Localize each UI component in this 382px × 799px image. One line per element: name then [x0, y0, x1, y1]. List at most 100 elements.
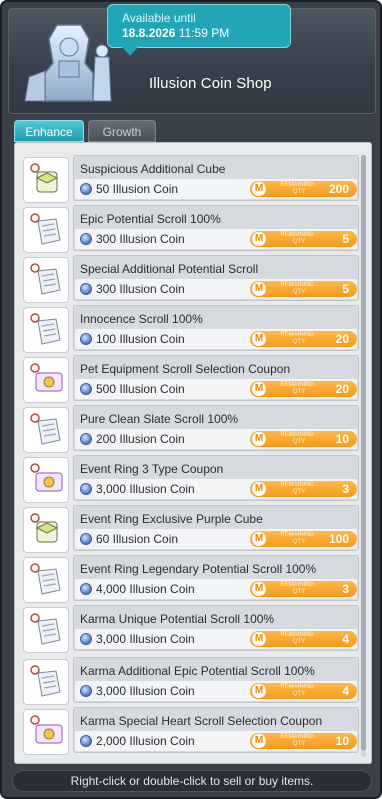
item-price-bar: 50 Illusion Coin M REMAINING : QTY 200	[75, 179, 357, 199]
item-card[interactable]: Pet Equipment Scroll Selection Coupon 500…	[73, 355, 359, 401]
scrollbar-thumb[interactable]	[361, 155, 366, 750]
remaining-quantity: 4	[342, 632, 349, 646]
remaining-quantity-badge: M REMAINING : QTY 20	[250, 331, 357, 347]
item-name: Event Ring Legendary Potential Scroll 10…	[80, 562, 317, 576]
item-icon-slot[interactable]	[23, 709, 69, 755]
item-price: 4,000 Illusion Coin	[96, 582, 195, 596]
item-card[interactable]: Event Ring Exclusive Purple Cube 60 Illus…	[73, 505, 359, 551]
item-price: 60 Illusion Coin	[96, 532, 179, 546]
item-icon-slot[interactable]	[23, 607, 69, 653]
item-card[interactable]: Karma Unique Potential Scroll 100% 3,000 …	[73, 605, 359, 651]
remaining-quantity-badge: M REMAINING : QTY 5	[250, 231, 357, 247]
maple-m-icon: M	[252, 684, 266, 698]
maple-m-icon: M	[252, 432, 266, 446]
scrollbar-track[interactable]	[361, 155, 366, 757]
scroll-icon	[30, 263, 61, 295]
item-price-bar: 3,000 Illusion Coin M REMAINING : QTY 4	[75, 681, 357, 701]
item-card[interactable]: Karma Special Heart Scroll Selection Cou…	[73, 707, 359, 753]
item-card[interactable]: Karma Additional Epic Potential Scroll 1…	[73, 657, 359, 703]
item-price-bar: 300 Illusion Coin M REMAINING : QTY 5	[75, 279, 357, 299]
tab-growth[interactable]: Growth	[88, 120, 156, 142]
maple-m-icon: M	[252, 734, 266, 748]
shop-item-row[interactable]: Event Ring Legendary Potential Scroll 10…	[23, 555, 359, 603]
item-icon-slot[interactable]	[23, 659, 69, 705]
scroll-icon	[30, 665, 61, 697]
remaining-label: REMAINING : QTY	[280, 684, 318, 697]
item-price: 200 Illusion Coin	[96, 432, 185, 446]
item-name: Karma Special Heart Scroll Selection Cou…	[80, 714, 323, 728]
maple-m-icon: M	[252, 532, 266, 546]
availability-label: Available until	[122, 11, 196, 25]
shop-item-row[interactable]: Pure Clean Slate Scroll 100% 200 Illusion…	[23, 405, 359, 453]
item-icon-slot[interactable]	[23, 257, 69, 303]
remaining-quantity-badge: M REMAINING : QTY 20	[250, 381, 357, 397]
item-price-bar: 3,000 Illusion Coin M REMAINING : QTY 4	[75, 629, 357, 649]
item-card[interactable]: Innocence Scroll 100% 100 Illusion Coin M R…	[73, 305, 359, 351]
scroll-icon	[30, 213, 61, 245]
illusion-coin-icon	[80, 233, 92, 245]
availability-date: 18.8.2026	[122, 26, 176, 40]
item-name: Karma Additional Epic Potential Scroll 1…	[80, 664, 315, 678]
remaining-quantity-badge: M REMAINING : QTY 3	[250, 481, 357, 497]
item-icon-slot[interactable]	[23, 207, 69, 253]
shop-item-row[interactable]: Karma Special Heart Scroll Selection Cou…	[23, 707, 359, 755]
illusion-coin-icon	[80, 383, 92, 395]
shop-item-row[interactable]: Pet Equipment Scroll Selection Coupon 500…	[23, 355, 359, 403]
item-price-bar: 500 Illusion Coin M REMAINING : QTY 20	[75, 379, 357, 399]
scroll-icon	[30, 563, 61, 595]
shop-item-row[interactable]: Karma Additional Epic Potential Scroll 1…	[23, 657, 359, 705]
remaining-label: REMAINING : QTY	[280, 282, 318, 295]
item-icon-slot[interactable]	[23, 457, 69, 503]
shop-item-row[interactable]: Innocence Scroll 100% 100 Illusion Coin M R…	[23, 305, 359, 353]
illusion-coin-icon	[80, 183, 92, 195]
item-icon-slot[interactable]	[23, 357, 69, 403]
item-price: 50 Illusion Coin	[96, 182, 179, 196]
item-icon-slot[interactable]	[23, 157, 69, 203]
item-card[interactable]: Pure Clean Slate Scroll 100% 200 Illusion…	[73, 405, 359, 451]
item-name: Suspicious Additional Cube	[80, 162, 226, 176]
shop-item-row[interactable]: Event Ring 3 Type Coupon 3,000 Illusion C…	[23, 455, 359, 503]
shop-item-row[interactable]: Suspicious Additional Cube 50 Illusion Co…	[23, 155, 359, 203]
coupon-icon	[30, 715, 63, 744]
maple-m-icon: M	[252, 632, 266, 646]
item-price-bar: 3,000 Illusion Coin M REMAINING : QTY 3	[75, 479, 357, 499]
remaining-quantity: 4	[342, 684, 349, 698]
shop-item-row[interactable]: Event Ring Exclusive Purple Cube 60 Illus…	[23, 505, 359, 553]
tab-enhance[interactable]: Enhance	[14, 120, 84, 142]
maple-m-icon: M	[252, 382, 266, 396]
coupon-icon	[30, 363, 63, 392]
remaining-quantity-badge: M REMAINING : QTY 10	[250, 733, 357, 749]
item-card[interactable]: Special Additional Potential Scroll 300 I…	[73, 255, 359, 301]
item-card[interactable]: Event Ring Legendary Potential Scroll 10…	[73, 555, 359, 601]
illusion-coin-icon	[80, 283, 92, 295]
item-price-bar: 2,000 Illusion Coin M REMAINING : QTY 10	[75, 731, 357, 751]
shop-item-row[interactable]: Epic Potential Scroll 100% 300 Illusion C…	[23, 205, 359, 253]
shop-item-row[interactable]: Special Additional Potential Scroll 300 I…	[23, 255, 359, 303]
item-price: 300 Illusion Coin	[96, 282, 185, 296]
item-card[interactable]: Suspicious Additional Cube 50 Illusion Co…	[73, 155, 359, 201]
item-icon-slot[interactable]	[23, 307, 69, 353]
shop-item-row[interactable]: Karma Unique Potential Scroll 100% 3,000 …	[23, 605, 359, 653]
availability-datetime: 18.8.2026 11:59 PM	[122, 25, 290, 41]
illusion-coin-icon	[80, 483, 92, 495]
item-price-bar: 4,000 Illusion Coin M REMAINING : QTY 3	[75, 579, 357, 599]
remaining-quantity-badge: M REMAINING : QTY 100	[250, 531, 357, 547]
item-price: 3,000 Illusion Coin	[96, 632, 195, 646]
remaining-quantity: 20	[335, 382, 349, 396]
item-price: 300 Illusion Coin	[96, 232, 185, 246]
item-name: Event Ring 3 Type Coupon	[80, 462, 224, 476]
shop-title: Illusion Coin Shop	[149, 75, 272, 92]
scroll-icon	[30, 613, 61, 645]
item-card[interactable]: Epic Potential Scroll 100% 300 Illusion C…	[73, 205, 359, 251]
item-icon-slot[interactable]	[23, 507, 69, 553]
item-icon-slot[interactable]	[23, 557, 69, 603]
maple-m-icon: M	[252, 182, 266, 196]
item-price: 3,000 Illusion Coin	[96, 684, 195, 698]
remaining-quantity-badge: M REMAINING : QTY 4	[250, 631, 357, 647]
item-name: Pet Equipment Scroll Selection Coupon	[80, 362, 291, 376]
remaining-quantity-badge: M REMAINING : QTY 200	[250, 181, 357, 197]
item-card[interactable]: Event Ring 3 Type Coupon 3,000 Illusion C…	[73, 455, 359, 501]
item-price: 2,000 Illusion Coin	[96, 734, 195, 748]
cube-icon	[30, 163, 59, 193]
item-icon-slot[interactable]	[23, 407, 69, 453]
